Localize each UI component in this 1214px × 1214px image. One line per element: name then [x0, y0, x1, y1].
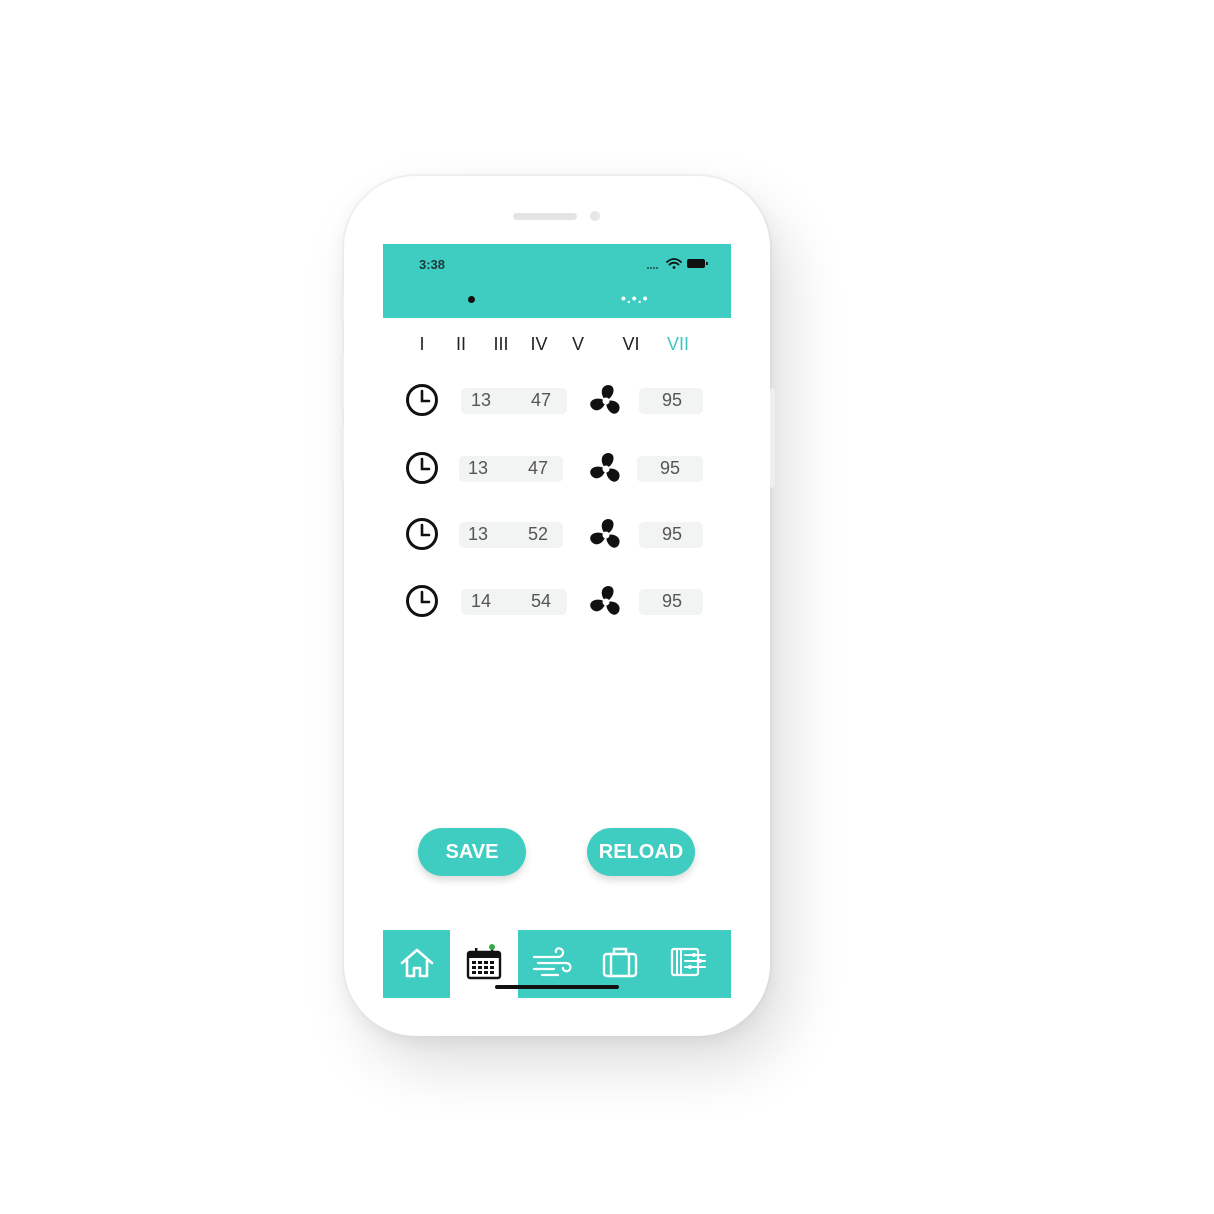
home-indicator[interactable] — [495, 985, 619, 989]
day-tab-6[interactable]: VI — [622, 334, 639, 355]
clock-icon[interactable] — [405, 517, 439, 551]
reload-button[interactable]: RELOAD — [587, 828, 695, 876]
hour-value[interactable]: 13 — [471, 390, 491, 411]
tab-home[interactable] — [383, 930, 451, 998]
suitcase-icon — [602, 947, 638, 978]
schedule-row: 14 54 95 — [383, 581, 731, 621]
page-indicator-dot — [468, 296, 475, 303]
wind-icon — [532, 947, 572, 977]
day-tab-4[interactable]: IV — [530, 334, 547, 355]
minute-value[interactable]: 54 — [531, 591, 551, 612]
fan-icon — [590, 519, 620, 548]
front-camera — [590, 211, 600, 221]
fan-icon — [590, 586, 620, 615]
schedule-row: 13 47 95 — [383, 448, 731, 488]
speaker — [513, 213, 577, 220]
fan-icon — [590, 385, 620, 414]
wifi-icon — [666, 258, 682, 269]
clock-icon[interactable] — [405, 584, 439, 618]
hour-value[interactable]: 13 — [468, 524, 488, 545]
calendar-icon — [466, 944, 502, 980]
minute-value[interactable]: 52 — [528, 524, 548, 545]
battery-icon — [687, 259, 708, 268]
power-button — [770, 388, 775, 488]
mute-switch — [340, 294, 344, 322]
fan-speed-value[interactable]: 95 — [662, 390, 682, 411]
more-options[interactable]: •.•.• — [621, 290, 648, 306]
clock-icon[interactable] — [405, 451, 439, 485]
signal-icon — [647, 267, 658, 269]
hour-value[interactable]: 13 — [468, 458, 488, 479]
day-tab-5[interactable]: V — [572, 334, 584, 355]
status-time: 3:38 — [419, 257, 446, 272]
app-screen: 3:38 •.•.• I II III IV V VI VII 13 47 95… — [383, 244, 731, 998]
day-selector: I II III IV V VI VII — [383, 334, 731, 360]
settings-panel-icon — [670, 947, 706, 977]
day-tab-3[interactable]: III — [493, 334, 508, 355]
schedule-row: 13 52 95 — [383, 514, 731, 554]
status-icons — [647, 258, 708, 269]
minute-value[interactable]: 47 — [528, 458, 548, 479]
home-icon — [400, 948, 434, 978]
fan-speed-value[interactable]: 95 — [662, 591, 682, 612]
day-tab-7[interactable]: VII — [667, 334, 689, 355]
fan-icon — [590, 453, 620, 482]
fan-speed-value[interactable]: 95 — [662, 524, 682, 545]
save-button[interactable]: SAVE — [418, 828, 526, 876]
day-tab-1[interactable]: I — [419, 334, 424, 355]
fan-speed-value[interactable]: 95 — [660, 458, 680, 479]
day-tab-2[interactable]: II — [456, 334, 466, 355]
clock-icon[interactable] — [405, 383, 439, 417]
hour-value[interactable]: 14 — [471, 591, 491, 612]
tab-settings[interactable] — [654, 930, 722, 998]
header-bar: 3:38 •.•.• — [383, 244, 731, 318]
schedule-row: 13 47 95 — [383, 380, 731, 420]
minute-value[interactable]: 47 — [531, 390, 551, 411]
volume-up-button — [340, 354, 344, 410]
volume-down-button — [340, 426, 344, 482]
